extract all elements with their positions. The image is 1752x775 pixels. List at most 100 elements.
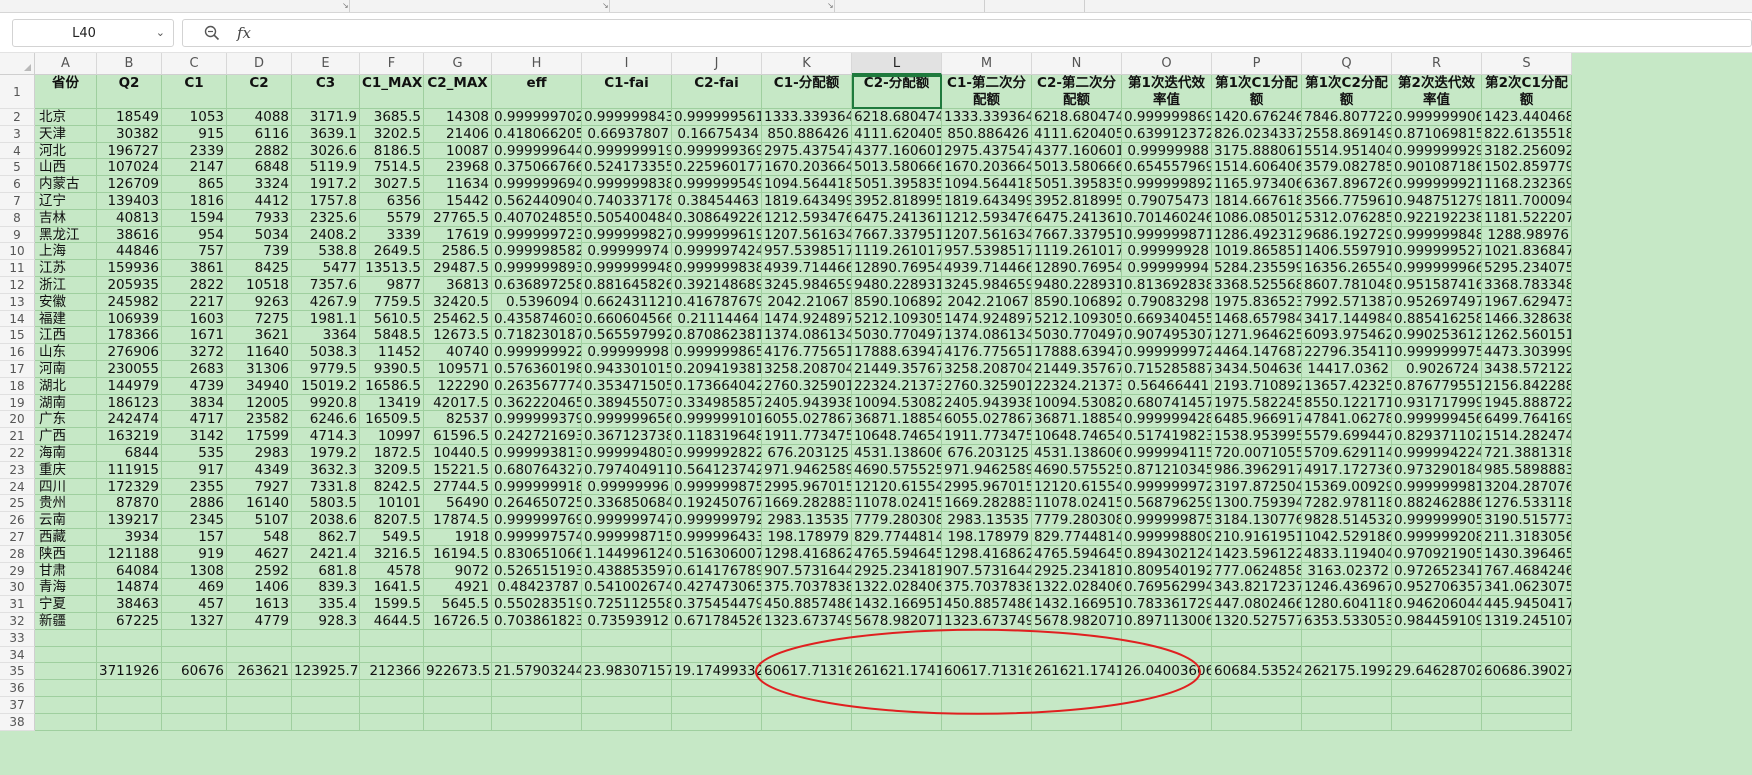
data-cell[interactable]: 14417.0362 xyxy=(1302,361,1392,378)
data-cell[interactable]: 0.999994803 xyxy=(582,445,672,462)
data-cell[interactable]: 0.999999848 xyxy=(1392,226,1482,244)
empty-cell[interactable] xyxy=(424,713,492,731)
data-cell[interactable]: 6848 xyxy=(227,159,292,177)
data-cell[interactable]: 1975.836523 xyxy=(1212,293,1302,311)
data-cell[interactable]: 1975.582245 xyxy=(1212,394,1302,412)
data-cell[interactable]: 1430.396465 xyxy=(1482,545,1572,563)
row-header[interactable]: 20 xyxy=(0,411,35,429)
data-cell[interactable]: 0.769562994 xyxy=(1122,579,1212,597)
zoom-icon[interactable] xyxy=(203,24,221,42)
data-cell[interactable]: 17888.63947 xyxy=(852,344,942,361)
data-cell[interactable]: 1669.282883 xyxy=(762,495,852,513)
empty-cell[interactable] xyxy=(97,646,162,664)
data-cell[interactable]: 27765.5 xyxy=(424,209,492,227)
data-cell[interactable]: 4917.172736 xyxy=(1302,461,1392,479)
data-cell[interactable]: 186123 xyxy=(97,394,162,412)
empty-cell[interactable] xyxy=(582,646,672,664)
data-cell[interactable]: 9480.228931 xyxy=(1032,277,1122,294)
data-cell[interactable]: 11634 xyxy=(424,176,492,193)
data-cell[interactable]: 447.0802466 xyxy=(1212,596,1302,613)
data-cell[interactable]: 107024 xyxy=(97,159,162,177)
data-cell[interactable]: 1319.245107 xyxy=(1482,613,1572,630)
data-cell[interactable]: 江苏 xyxy=(35,260,97,277)
data-cell[interactable]: 375.7037838 xyxy=(942,579,1032,597)
data-cell[interactable]: 0.931717999 xyxy=(1392,394,1482,412)
empty-cell[interactable] xyxy=(1212,697,1302,714)
data-cell[interactable]: 3245.984659 xyxy=(762,277,852,294)
data-cell[interactable]: 0.999999919 xyxy=(582,142,672,160)
total-cell[interactable]: 23.98307157 xyxy=(582,663,672,681)
data-cell[interactable]: 8550.122171 xyxy=(1302,394,1392,412)
empty-cell[interactable] xyxy=(227,680,292,697)
data-cell[interactable]: 10440.5 xyxy=(424,445,492,462)
data-cell[interactable]: 0.999999921 xyxy=(1392,176,1482,193)
data-cell[interactable]: 986.3962917 xyxy=(1212,461,1302,479)
data-cell[interactable]: 7282.978118 xyxy=(1302,495,1392,513)
data-cell[interactable]: 0.524173355 xyxy=(582,159,672,177)
data-cell[interactable]: 172329 xyxy=(97,478,162,496)
data-cell[interactable]: 0.192450767 xyxy=(672,495,762,513)
row-header[interactable]: 25 xyxy=(0,495,35,513)
data-cell[interactable]: 0.680741457 xyxy=(1122,394,1212,412)
data-cell[interactable]: 0.999999619 xyxy=(672,226,762,244)
data-cell[interactable]: 111915 xyxy=(97,461,162,479)
empty-cell[interactable] xyxy=(1032,713,1122,731)
data-cell[interactable]: 1207.561634 xyxy=(942,226,1032,244)
data-cell[interactable]: 3258.208704 xyxy=(762,361,852,378)
data-cell[interactable]: 0.809540192 xyxy=(1122,562,1212,580)
data-cell[interactable]: 907.5731644 xyxy=(762,562,852,580)
data-cell[interactable]: 245982 xyxy=(97,293,162,311)
data-cell[interactable]: 0.541002674 xyxy=(582,579,672,597)
column-header-r[interactable]: R xyxy=(1392,53,1482,75)
row-header[interactable]: 28 xyxy=(0,545,35,563)
data-cell[interactable]: 4377.160601 xyxy=(852,142,942,160)
data-cell[interactable]: 445.9450417 xyxy=(1482,596,1572,613)
empty-cell[interactable] xyxy=(227,629,292,647)
data-cell[interactable]: 0.999999906 xyxy=(1392,109,1482,126)
data-cell[interactable]: 8607.781048 xyxy=(1302,277,1392,294)
data-cell[interactable]: 5579.699447 xyxy=(1302,428,1392,445)
data-cell[interactable]: 3202.5 xyxy=(360,125,424,143)
data-cell[interactable]: 198.178979 xyxy=(762,529,852,546)
data-cell[interactable]: 0.79083298 xyxy=(1122,293,1212,311)
data-cell[interactable]: 10094.53082 xyxy=(852,394,942,412)
data-cell[interactable]: 0.505400484 xyxy=(582,209,672,227)
data-cell[interactable]: 1514.282474 xyxy=(1482,428,1572,445)
data-cell[interactable]: 四川 xyxy=(35,478,97,496)
data-cell[interactable]: 2339 xyxy=(162,142,227,160)
data-cell[interactable]: 0.999999929 xyxy=(1392,142,1482,160)
data-cell[interactable]: 61596.5 xyxy=(424,428,492,445)
data-cell[interactable]: 0.999999723 xyxy=(492,226,582,244)
data-cell[interactable]: 276906 xyxy=(97,344,162,361)
data-cell[interactable]: 0.38454463 xyxy=(672,193,762,210)
data-cell[interactable]: 1094.564418 xyxy=(942,176,1032,193)
column-header-s[interactable]: S xyxy=(1482,53,1572,75)
data-cell[interactable]: 1262.560151 xyxy=(1482,327,1572,345)
data-cell[interactable]: 29487.5 xyxy=(424,260,492,277)
data-cell[interactable]: 163219 xyxy=(97,428,162,445)
row-header[interactable]: 10 xyxy=(0,243,35,261)
column-header-l[interactable]: L xyxy=(852,53,942,75)
data-cell[interactable]: 3685.5 xyxy=(360,109,424,126)
data-cell[interactable]: 1423.440468 xyxy=(1482,109,1572,126)
data-cell[interactable]: 1168.232369 xyxy=(1482,176,1572,193)
data-cell[interactable]: 850.886426 xyxy=(762,125,852,143)
row-header[interactable]: 1 xyxy=(0,75,35,109)
empty-cell[interactable] xyxy=(227,697,292,714)
data-cell[interactable]: 0.999999769 xyxy=(492,512,582,529)
data-cell[interactable]: 1286.492312 xyxy=(1212,226,1302,244)
data-cell[interactable]: 陕西 xyxy=(35,545,97,563)
data-cell[interactable]: 16140 xyxy=(227,495,292,513)
empty-cell[interactable] xyxy=(1302,697,1392,714)
data-cell[interactable]: 5284.235599 xyxy=(1212,260,1302,277)
data-cell[interactable]: 0.973290184 xyxy=(1392,461,1482,479)
column-header-h[interactable]: H xyxy=(492,53,582,75)
data-cell[interactable]: 375.7037838 xyxy=(762,579,852,597)
data-cell[interactable]: 829.7744814 xyxy=(852,529,942,546)
header-cell[interactable]: C1_MAX xyxy=(360,75,424,109)
data-cell[interactable]: 上海 xyxy=(35,243,97,261)
data-cell[interactable]: 0.871069815 xyxy=(1392,125,1482,143)
data-cell[interactable]: 0.517419823 xyxy=(1122,428,1212,445)
empty-cell[interactable] xyxy=(292,646,360,664)
data-cell[interactable]: 2760.325901 xyxy=(942,377,1032,395)
